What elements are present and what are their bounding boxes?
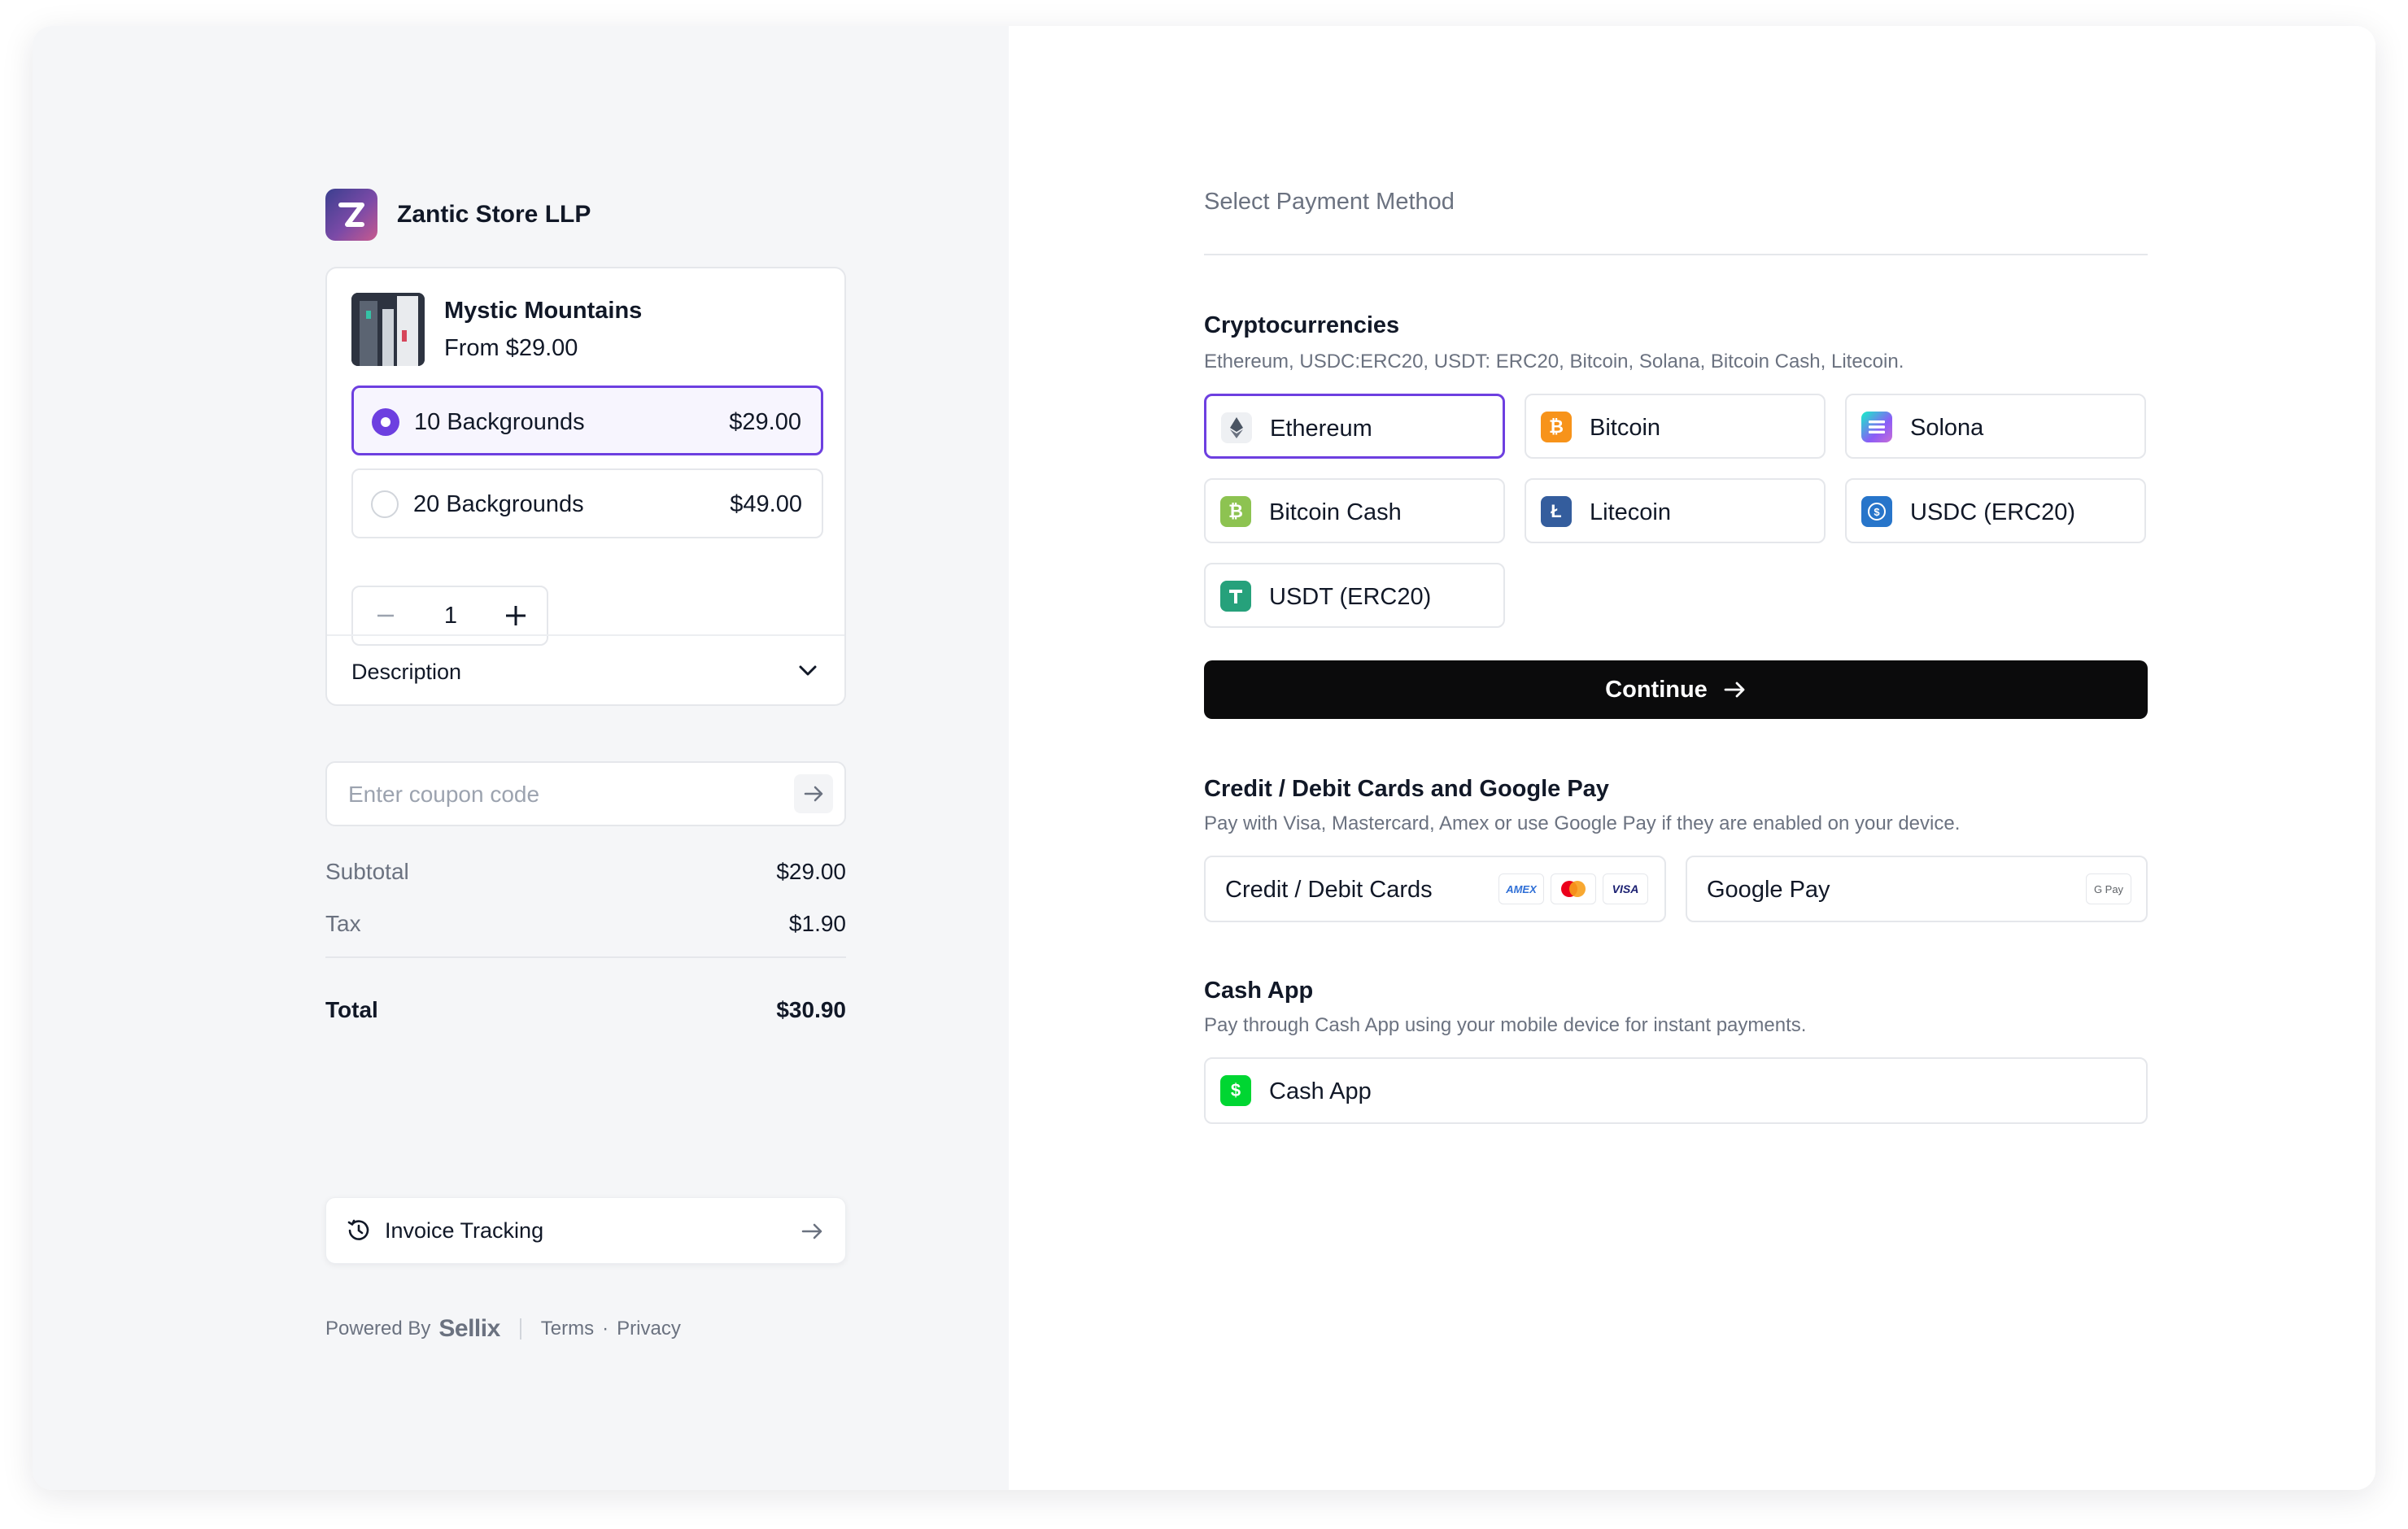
usdc-icon: $ — [1861, 496, 1892, 527]
google-pay-icon: G Pay — [2086, 873, 2131, 904]
option-label: Solona — [1910, 415, 1984, 441]
payment-option-solana[interactable]: Solona — [1845, 394, 2146, 459]
cashapp-section-title: Cash App — [1204, 978, 1314, 1004]
variant-option-20[interactable]: 20 Backgrounds $49.00 — [351, 468, 823, 538]
radio-selected[interactable] — [372, 408, 399, 436]
option-label: Credit / Debit Cards — [1225, 877, 1433, 903]
payment-option-cards[interactable]: Credit / Debit Cards AMEX VISA — [1204, 856, 1666, 922]
bitcoin-cash-icon: ₿ — [1220, 496, 1251, 527]
subtotal-label: Subtotal — [325, 859, 409, 884]
privacy-link[interactable]: Privacy — [617, 1313, 681, 1345]
variant-price: $29.00 — [729, 409, 801, 435]
store-name: Zantic Store LLP — [397, 201, 591, 228]
svg-text:$: $ — [1874, 506, 1880, 518]
invoice-tracking-label: Invoice Tracking — [385, 1218, 544, 1243]
cashapp-section-subtitle: Pay through Cash App using your mobile d… — [1204, 1014, 1807, 1036]
mastercard-icon — [1551, 873, 1596, 904]
payment-option-ethereum[interactable]: Ethereum — [1204, 394, 1505, 459]
total-row: Total $30.90 — [325, 992, 846, 1028]
product-thumbnail — [351, 293, 425, 366]
continue-label: Continue — [1605, 676, 1708, 703]
payment-option-litecoin[interactable]: Ł Litecoin — [1525, 478, 1826, 543]
option-label: Cash App — [1269, 1078, 1372, 1104]
ethereum-icon — [1221, 412, 1252, 443]
payment-option-usdc[interactable]: $ USDC (ERC20) — [1845, 478, 2146, 543]
apply-coupon-button[interactable] — [794, 774, 833, 813]
store-logo — [325, 189, 377, 241]
variant-option-10[interactable]: 10 Backgrounds $29.00 — [351, 386, 823, 455]
option-label: Google Pay — [1707, 877, 1830, 903]
visa-icon: VISA — [1603, 873, 1648, 904]
radio-unselected[interactable] — [371, 490, 399, 518]
variant-label: 20 Backgrounds — [413, 491, 584, 517]
payment-option-usdt[interactable]: USDT (ERC20) — [1204, 563, 1505, 628]
coupon-field — [325, 761, 846, 826]
product-card: Mystic Mountains From $29.00 10 Backgrou… — [325, 267, 846, 706]
arrow-right-icon — [1724, 682, 1745, 698]
arrow-right-icon — [801, 1223, 822, 1239]
subtotal-row: Subtotal $29.00 — [325, 854, 846, 890]
option-label: USDC (ERC20) — [1910, 499, 2076, 525]
payment-option-google-pay[interactable]: Google Pay G Pay — [1686, 856, 2148, 922]
title-divider — [1204, 254, 2148, 255]
solana-icon — [1861, 412, 1892, 442]
cards-section-title: Credit / Debit Cards and Google Pay — [1204, 776, 1609, 802]
usdt-icon — [1220, 581, 1251, 612]
chevron-down-icon — [799, 665, 817, 676]
cash-app-icon: $ — [1220, 1075, 1251, 1106]
payment-method-title: Select Payment Method — [1204, 189, 1455, 215]
footer: Powered By Sellix Terms · Privacy — [325, 1313, 681, 1345]
tax-value: $1.90 — [788, 911, 846, 936]
subtotal-value: $29.00 — [776, 859, 846, 884]
crypto-section-title: Cryptocurrencies — [1204, 312, 1400, 338]
payment-option-cash-app[interactable]: $ Cash App — [1204, 1057, 2148, 1124]
variant-label: 10 Backgrounds — [414, 409, 585, 435]
footer-separator — [519, 1318, 521, 1340]
powered-by-text: Powered By — [325, 1318, 431, 1340]
bitcoin-icon: ₿ — [1541, 412, 1572, 442]
tax-label: Tax — [325, 911, 361, 936]
option-label: USDT (ERC20) — [1269, 584, 1432, 610]
total-value: $30.90 — [776, 997, 846, 1022]
order-panel: Zantic Store LLP Mystic Mountains From $… — [33, 26, 1009, 1490]
description-toggle[interactable]: Description — [327, 634, 844, 706]
footer-dot: · — [602, 1318, 609, 1340]
tax-row: Tax $1.90 — [325, 906, 846, 942]
option-label: Ethereum — [1270, 416, 1372, 442]
option-label: Bitcoin Cash — [1269, 499, 1402, 525]
variant-price: $49.00 — [730, 491, 802, 517]
minus-icon — [377, 614, 394, 617]
product-name: Mystic Mountains — [444, 298, 643, 324]
cards-section-subtitle: Pay with Visa, Mastercard, Amex or use G… — [1204, 812, 1961, 834]
payment-option-bitcoin[interactable]: ₿ Bitcoin — [1525, 394, 1826, 459]
history-icon — [347, 1219, 369, 1240]
description-label: Description — [351, 660, 462, 684]
crypto-section-subtitle: Ethereum, USDC:ERC20, USDT: ERC20, Bitco… — [1204, 351, 1904, 372]
litecoin-icon: Ł — [1541, 496, 1572, 527]
option-label: Litecoin — [1590, 499, 1671, 525]
coupon-input[interactable] — [348, 778, 755, 812]
continue-button[interactable]: Continue — [1204, 660, 2148, 719]
payment-option-bitcoin-cash[interactable]: ₿ Bitcoin Cash — [1204, 478, 1505, 543]
amex-icon: AMEX — [1498, 873, 1544, 904]
summary-divider — [325, 956, 846, 958]
plus-icon — [506, 606, 526, 625]
invoice-tracking-button[interactable]: Invoice Tracking — [325, 1197, 846, 1264]
sellix-logo[interactable]: Sellix — [438, 1313, 500, 1345]
option-label: Bitcoin — [1590, 415, 1661, 441]
checkout-window: Zantic Store LLP Mystic Mountains From $… — [33, 26, 2375, 1490]
arrow-right-icon — [804, 786, 823, 802]
product-price: From $29.00 — [444, 335, 578, 361]
payment-panel: Select Payment Method Cryptocurrencies E… — [1009, 26, 2375, 1490]
total-label: Total — [325, 997, 378, 1022]
terms-link[interactable]: Terms — [541, 1313, 594, 1345]
